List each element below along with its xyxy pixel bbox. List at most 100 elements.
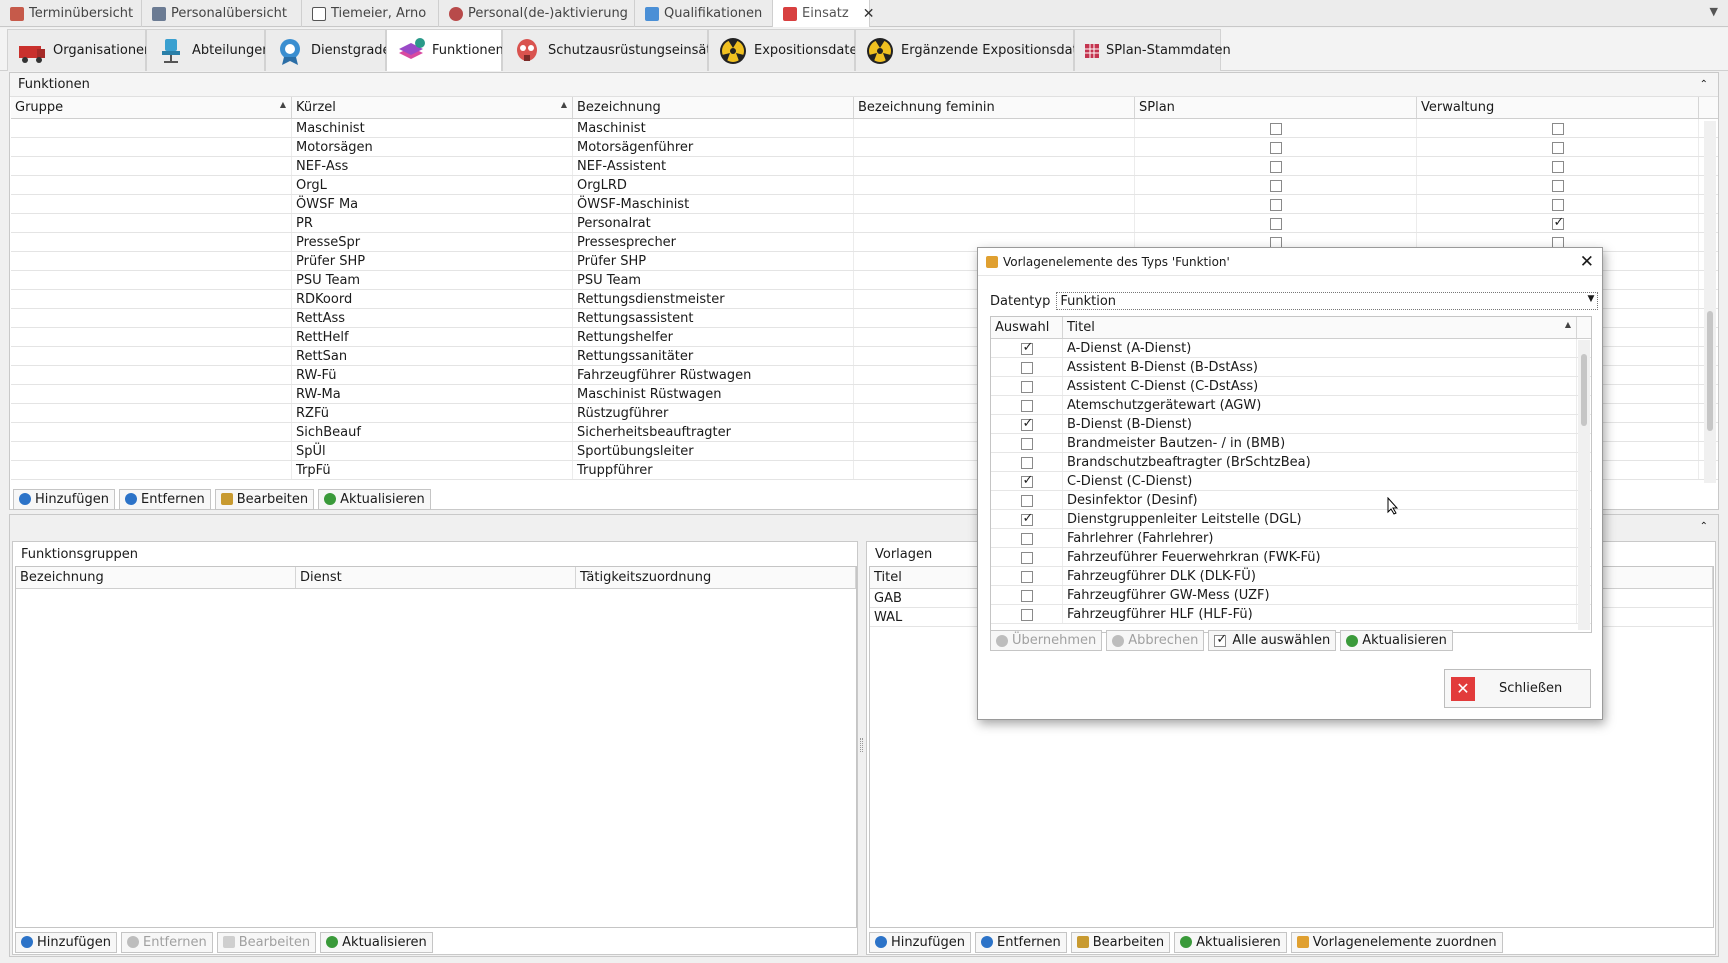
close-icon[interactable]: ✕ <box>863 6 875 22</box>
checkbox[interactable] <box>1551 122 1564 135</box>
edit-button[interactable]: Bearbeiten <box>214 488 315 510</box>
remove-button[interactable]: Entfernen <box>975 931 1067 953</box>
tab-organisationen[interactable]: Organisationen <box>7 29 152 71</box>
remove-button[interactable]: Entfernen <box>119 488 211 510</box>
tab-dienstgrade[interactable]: Dienstgrade <box>265 29 391 71</box>
col-kuerzel[interactable]: Kürzel ▲ <box>292 97 573 118</box>
collapse-icon[interactable]: ⌃ <box>1700 79 1708 90</box>
checkbox[interactable] <box>1020 494 1033 507</box>
list-item[interactable]: B-Dienst (B-Dienst) <box>991 415 1591 434</box>
col-dienst[interactable]: Dienst <box>296 567 576 588</box>
checkbox[interactable] <box>1551 160 1564 173</box>
list-item[interactable]: Fahrzeugführer HLF (HLF-Fü) <box>991 605 1591 624</box>
add-button[interactable]: Hinzufügen <box>15 931 117 953</box>
refresh-button[interactable]: Aktualisieren <box>320 931 433 953</box>
list-item[interactable]: Fahrlehrer (Fahrlehrer) <box>991 529 1591 548</box>
checkbox[interactable] <box>1020 437 1033 450</box>
checkbox[interactable] <box>1269 141 1282 154</box>
close-button[interactable]: ✕ Schließen <box>1444 669 1591 708</box>
checkbox[interactable] <box>1269 217 1282 230</box>
tab-personaluebersicht[interactable]: Personalübersicht <box>142 0 302 27</box>
close-icon[interactable]: ✕ <box>1580 252 1594 272</box>
cancel-button[interactable]: Abbrechen <box>1106 630 1205 651</box>
table-row[interactable]: NEF-Ass NEF-Assistent <box>11 157 1718 176</box>
tab-splan-stammdaten[interactable]: SPlan-Stammdaten <box>1074 29 1231 71</box>
edit-button[interactable]: Bearbeiten <box>216 931 317 953</box>
list-item[interactable]: Brandschutzbeaftragter (BrSchtzBea) <box>991 453 1591 472</box>
checkbox[interactable] <box>1020 416 1033 431</box>
checkbox[interactable] <box>1269 160 1282 173</box>
select-all-button[interactable]: Alle auswählen <box>1208 630 1337 651</box>
funktionen-scrollbar[interactable] <box>1704 121 1716 483</box>
checkbox[interactable] <box>1020 570 1033 583</box>
refresh-button[interactable]: Aktualisieren <box>1174 931 1287 953</box>
list-item[interactable]: Assistent C-Dienst (C-DstAss) <box>991 377 1591 396</box>
remove-button[interactable]: Entfernen <box>121 931 213 953</box>
apply-button[interactable]: Übernehmen <box>990 630 1103 651</box>
list-item[interactable]: Desinfektor (Desinf) <box>991 491 1591 510</box>
tab-personal-aktivierung[interactable]: Personal(de-)aktivierung <box>439 0 635 27</box>
col-bezeichnung[interactable]: Bezeichnung <box>573 97 854 118</box>
col-auswahl[interactable]: Auswahl <box>991 317 1063 338</box>
list-item[interactable]: Fahrzeuführer Feuerwehrkran (FWK-Fü) <box>991 548 1591 567</box>
tab-schutzausruestung[interactable]: Schutzausrüstungseinsätze <box>502 29 726 71</box>
checkbox[interactable] <box>1020 608 1033 621</box>
checkbox[interactable] <box>1551 141 1564 154</box>
col-gruppe[interactable]: Gruppe ▲ <box>11 97 292 118</box>
col-verwaltung[interactable]: Verwaltung <box>1417 97 1699 118</box>
col-bezeichnung-feminin[interactable]: Bezeichnung feminin <box>854 97 1135 118</box>
list-item[interactable]: A-Dienst (A-Dienst) <box>991 339 1591 358</box>
collapse-icon[interactable]: ⌃ <box>1700 521 1708 532</box>
checkbox[interactable] <box>1020 532 1033 545</box>
checkbox[interactable] <box>1020 399 1033 412</box>
tab-funktionen[interactable]: Funktionen <box>386 29 504 71</box>
list-item[interactable]: Atemschutzgerätewart (AGW) <box>991 396 1591 415</box>
tab-einsatz[interactable]: Einsatz ✕ <box>773 0 874 27</box>
table-row[interactable]: PR Personalrat <box>11 214 1718 233</box>
list-item[interactable]: Assistent B-Dienst (B-DstAss) <box>991 358 1591 377</box>
col-taetigkeitszuordnung[interactable]: Tätigkeitszuordnung <box>576 567 856 588</box>
chevron-down-icon[interactable]: ▼ <box>1710 5 1718 18</box>
checkbox[interactable] <box>1020 456 1033 469</box>
list-item[interactable]: Fahrzeugführer GW-Mess (UZF) <box>991 586 1591 605</box>
table-row[interactable]: Motorsägen Motorsägenführer <box>11 138 1718 157</box>
list-item[interactable]: Brandmeister Bautzen- / in (BMB) <box>991 434 1591 453</box>
checkbox[interactable] <box>1269 198 1282 211</box>
checkbox[interactable] <box>1020 380 1033 393</box>
checkbox[interactable] <box>1551 215 1564 230</box>
add-button[interactable]: Hinzufügen <box>869 931 971 953</box>
tab-terminuebersicht[interactable]: Terminübersicht <box>0 0 142 27</box>
splitter-handle[interactable] <box>860 738 863 752</box>
add-button[interactable]: Hinzufügen <box>13 488 115 510</box>
tab-abteilungen[interactable]: Abteilungen <box>146 29 270 71</box>
checkbox[interactable] <box>1269 179 1282 192</box>
col-titel[interactable]: Titel ▲ <box>1063 317 1577 338</box>
list-item[interactable]: Fahrzeugführer DLK (DLK-FÜ) <box>991 567 1591 586</box>
assign-template-elements-button[interactable]: Vorlagenelemente zuordnen <box>1290 931 1503 953</box>
tab-qualifikationen[interactable]: Qualifikationen <box>635 0 773 27</box>
table-row[interactable]: ÖWSF Ma ÖWSF-Maschinist <box>11 195 1718 214</box>
checkbox[interactable] <box>1020 340 1033 355</box>
checkbox[interactable] <box>1551 179 1564 192</box>
checkbox[interactable] <box>1020 511 1033 526</box>
refresh-button[interactable]: Aktualisieren <box>1340 630 1453 651</box>
checkbox[interactable] <box>1020 473 1033 488</box>
col-splan[interactable]: SPlan <box>1135 97 1417 118</box>
list-item[interactable]: Dienstgruppenleiter Leitstelle (DGL) <box>991 510 1591 529</box>
dialog-scrollbar[interactable] <box>1578 340 1590 630</box>
tab-person[interactable]: Tiemeier, Arno <box>302 0 439 27</box>
datentyp-select[interactable]: Funktion ▼ <box>1056 292 1599 310</box>
checkbox[interactable] <box>1020 361 1033 374</box>
edit-button[interactable]: Bearbeiten <box>1070 931 1171 953</box>
checkbox[interactable] <box>1020 589 1033 602</box>
checkbox[interactable] <box>1551 198 1564 211</box>
list-item[interactable]: C-Dienst (C-Dienst) <box>991 472 1591 491</box>
checkbox[interactable] <box>1020 551 1033 564</box>
refresh-button[interactable]: Aktualisieren <box>318 488 431 510</box>
tab-ergaenzende-expositionsdaten[interactable]: Ergänzende Expositionsdaten <box>855 29 1094 71</box>
table-row[interactable]: OrgL OrgLRD <box>11 176 1718 195</box>
col-bezeichnung[interactable]: Bezeichnung <box>16 567 296 588</box>
checkbox[interactable] <box>1269 122 1282 135</box>
table-row[interactable]: Maschinist Maschinist <box>11 119 1718 138</box>
tab-expositionsdaten[interactable]: Expositionsdaten <box>708 29 866 71</box>
